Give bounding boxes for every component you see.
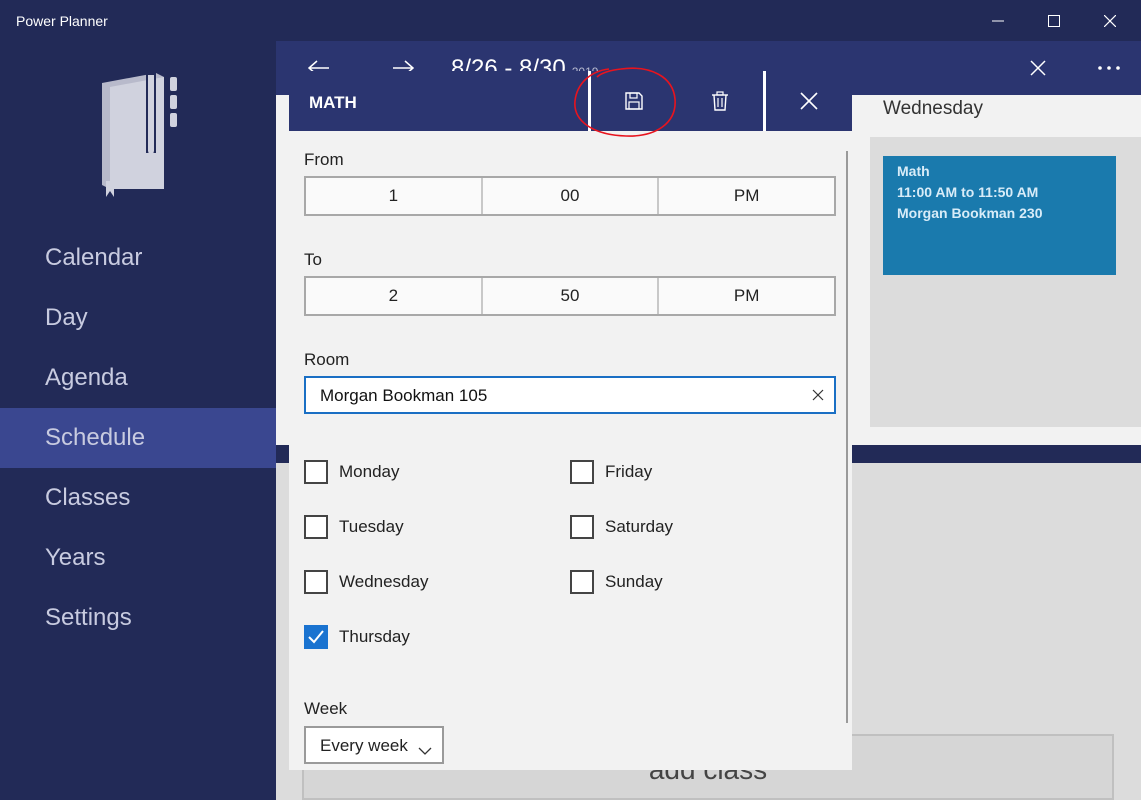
sidebar-item-label: Calendar	[45, 244, 143, 271]
checkbox-box[interactable]	[570, 460, 594, 484]
week-select[interactable]: Every week	[304, 726, 444, 764]
tuesday-checkbox[interactable]: Tuesday	[304, 515, 404, 539]
from-minute[interactable]: 00	[483, 178, 660, 214]
trash-icon	[712, 91, 728, 111]
room-label: Room	[304, 350, 350, 369]
clear-icon	[812, 389, 824, 401]
checkbox-box[interactable]	[304, 460, 328, 484]
checkbox-label: Sunday	[605, 572, 663, 591]
sidebar-item-label: Years	[45, 544, 106, 571]
sidebar-item-day[interactable]: Day	[0, 288, 276, 348]
window-title: Power Planner	[16, 13, 108, 29]
close-icon	[800, 92, 818, 110]
sidebar-item-schedule[interactable]: Schedule	[0, 408, 276, 468]
dialog-header: MATH	[289, 67, 852, 137]
close-icon	[1104, 14, 1116, 27]
room-input-value: Morgan Bookman 105	[320, 386, 488, 405]
monday-checkbox[interactable]: Monday	[304, 460, 399, 484]
checkmark-icon	[308, 630, 324, 644]
from-label: From	[304, 150, 344, 169]
checkbox-label: Wednesday	[339, 572, 429, 591]
week-label: Week	[304, 699, 348, 718]
close-schedule-button[interactable]	[1023, 53, 1053, 83]
checkbox-label: Monday	[339, 462, 400, 481]
to-ampm[interactable]: PM	[659, 278, 834, 314]
friday-checkbox[interactable]: Friday	[570, 460, 652, 484]
checkbox-box[interactable]	[570, 515, 594, 539]
checkbox-box[interactable]	[304, 515, 328, 539]
sidebar-item-calendar[interactable]: Calendar	[0, 228, 276, 288]
maximize-button[interactable]	[1026, 0, 1082, 41]
sidebar-item-label: Schedule	[45, 424, 146, 451]
from-time-picker[interactable]: 1 00 PM	[304, 176, 836, 216]
chevron-down-icon	[418, 740, 432, 760]
room-input[interactable]: Morgan Bookman 105	[304, 376, 836, 414]
class-block-name: Math	[897, 163, 930, 179]
more-options-button[interactable]	[1094, 53, 1124, 83]
thursday-checkbox[interactable]: Thursday	[304, 625, 410, 649]
close-window-button[interactable]	[1082, 0, 1138, 41]
wednesday-checkbox[interactable]: Wednesday	[304, 570, 428, 594]
sidebar-item-settings[interactable]: Settings	[0, 588, 276, 648]
save-button[interactable]	[591, 71, 677, 131]
maximize-icon	[1048, 14, 1060, 27]
sidebar-item-agenda[interactable]: Agenda	[0, 348, 276, 408]
save-icon	[625, 92, 643, 110]
sidebar-item-label: Classes	[45, 484, 131, 511]
minimize-button[interactable]	[970, 0, 1026, 41]
delete-button[interactable]	[677, 71, 763, 131]
dialog-scrollbar[interactable]	[846, 151, 848, 723]
class-block[interactable]: Math 11:00 AM to 11:50 AM Morgan Bookman…	[883, 156, 1116, 275]
minimize-icon	[992, 20, 1004, 21]
to-minute[interactable]: 50	[483, 278, 660, 314]
sidebar-item-label: Day	[45, 304, 88, 331]
checkbox-box[interactable]	[304, 625, 328, 649]
to-hour[interactable]: 2	[306, 278, 483, 314]
from-hour[interactable]: 1	[306, 178, 483, 214]
saturday-checkbox[interactable]: Saturday	[570, 515, 673, 539]
sunday-checkbox[interactable]: Sunday	[570, 570, 663, 594]
sidebar: Calendar Day Agenda Schedule Classes Yea…	[0, 41, 276, 800]
class-block-time: 11:00 AM to 11:50 AM	[897, 184, 1039, 200]
edit-time-dialog: MATH From 1 00 PM To 2 50 PM Room Morgan…	[289, 67, 852, 770]
sidebar-item-classes[interactable]: Classes	[0, 468, 276, 528]
title-bar: Power Planner	[0, 0, 1141, 41]
sidebar-item-label: Agenda	[45, 364, 128, 391]
checkbox-box[interactable]	[304, 570, 328, 594]
checkbox-label: Thursday	[339, 627, 410, 646]
week-select-value: Every week	[320, 736, 408, 755]
close-icon	[1030, 60, 1046, 76]
day-header-wednesday: Wednesday	[883, 98, 983, 119]
to-time-picker[interactable]: 2 50 PM	[304, 276, 836, 316]
dialog-title: MATH	[309, 93, 357, 112]
app-logo-icon	[102, 73, 177, 197]
checkbox-label: Friday	[605, 462, 653, 481]
clear-input-button[interactable]	[812, 388, 824, 406]
checkbox-label: Saturday	[605, 517, 674, 536]
sidebar-item-label: Settings	[45, 604, 132, 631]
more-icon	[1098, 66, 1120, 70]
checkbox-box[interactable]	[570, 570, 594, 594]
sidebar-item-years[interactable]: Years	[0, 528, 276, 588]
checkbox-label: Tuesday	[339, 517, 404, 536]
to-label: To	[304, 250, 322, 269]
from-ampm[interactable]: PM	[659, 178, 834, 214]
class-block-room: Morgan Bookman 230	[897, 205, 1043, 221]
close-dialog-button[interactable]	[766, 71, 852, 131]
